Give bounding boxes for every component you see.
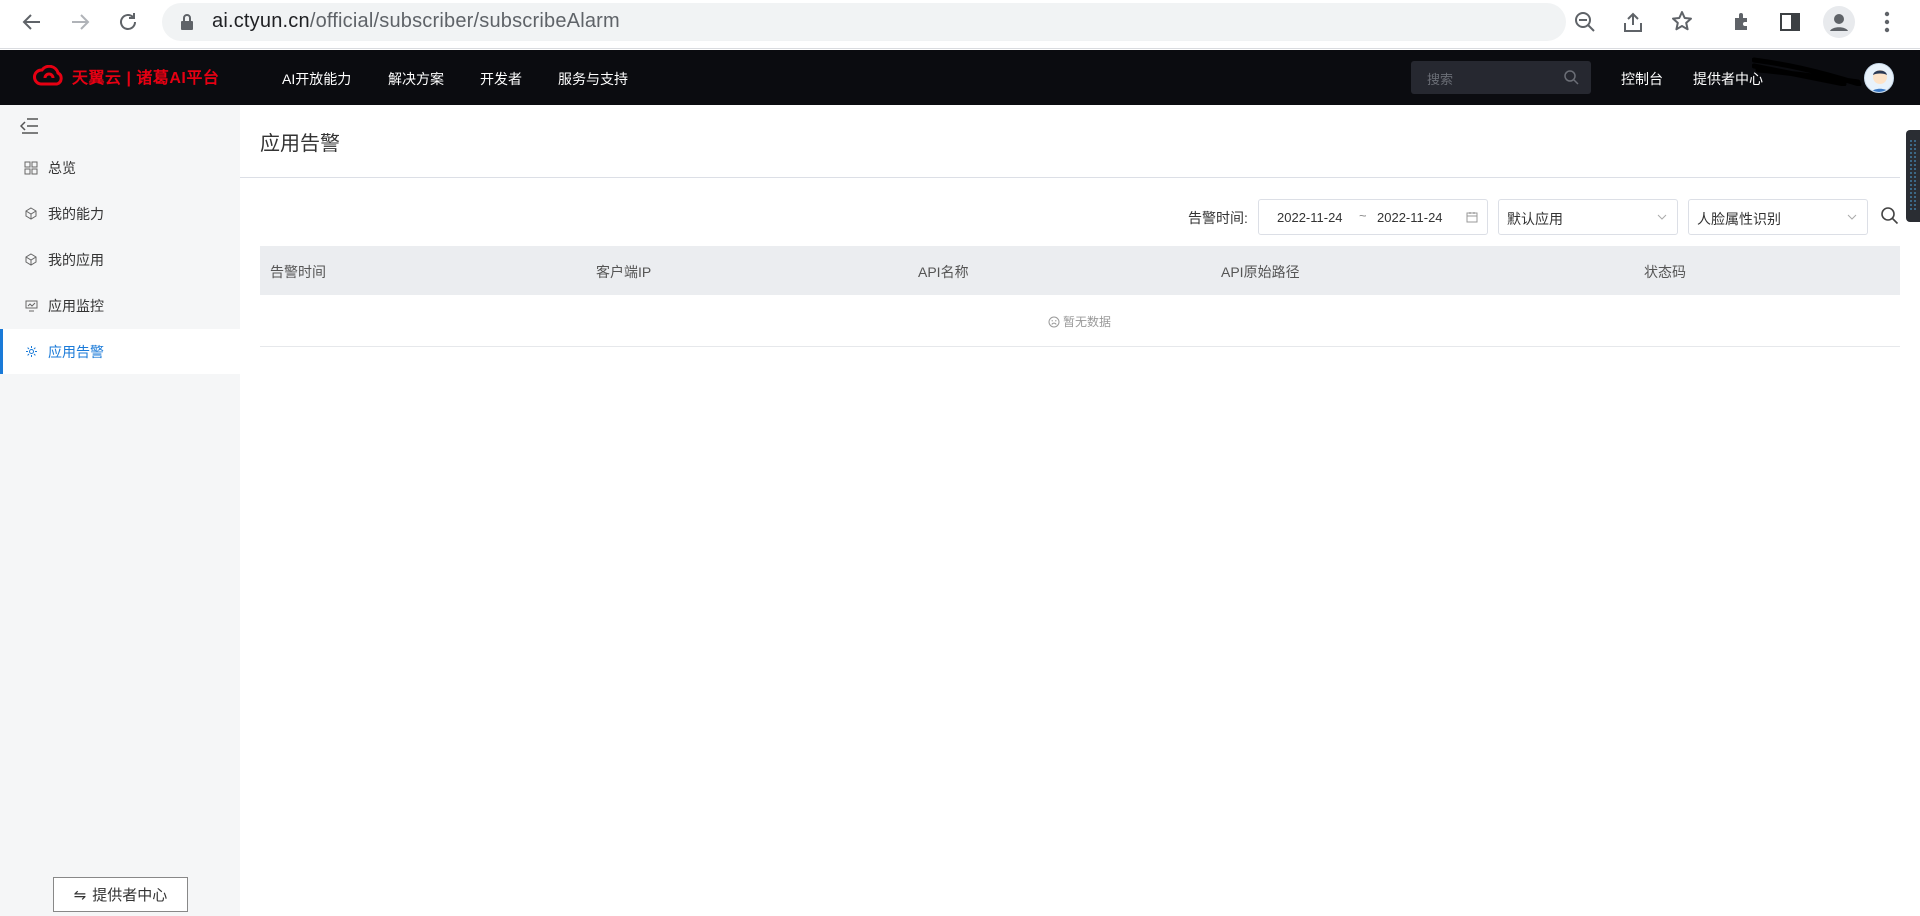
table-divider	[260, 346, 1900, 347]
sidebar-item-overview[interactable]: 总览	[0, 145, 240, 190]
sad-face-icon	[1048, 316, 1060, 327]
empty-state: 暂无数据	[1048, 313, 1111, 330]
grid-icon	[23, 160, 39, 176]
cube-icon	[23, 206, 39, 222]
cloud-logo-icon	[33, 65, 63, 86]
avatar[interactable]	[1864, 63, 1894, 93]
nav-search-placeholder: 搜索	[1427, 72, 1454, 87]
cube-icon	[23, 252, 39, 268]
url-text: ai.ctyun.cn/official/subscriber/subscrib…	[212, 10, 620, 33]
provider-center-button[interactable]: ⇋ 提供者中心	[53, 877, 188, 912]
title-divider	[240, 177, 1900, 178]
url-path: /official/subscriber/subscribeAlarm	[309, 10, 620, 32]
sidebar-item-my-apps[interactable]: 我的应用	[0, 237, 240, 282]
reload-button[interactable]	[110, 4, 146, 40]
sidebar: 总览 我的能力 我的应用 应用监控 应用告警 ⇋ 提供者中心	[0, 105, 240, 916]
page-title: 应用告警	[260, 133, 340, 155]
provider-center-label: 提供者中心	[92, 887, 168, 904]
logo-text: 天翼云 | 诸葛AI平台	[72, 70, 220, 87]
column-header-api-path: API原始路径	[1221, 264, 1300, 280]
profile-button[interactable]	[1823, 6, 1855, 38]
person-icon	[1830, 14, 1848, 31]
top-nav: 天翼云 | 诸葛AI平台 AI开放能力 解决方案 开发者 服务与支持 搜索 控制…	[0, 50, 1920, 105]
nav-solutions[interactable]: 解决方案	[388, 69, 444, 89]
redacted-username	[1752, 57, 1862, 86]
zoom-out-icon[interactable]	[1574, 11, 1596, 33]
calendar-icon	[1466, 212, 1478, 223]
search-icon[interactable]	[1563, 69, 1579, 85]
gear-icon	[23, 344, 39, 360]
date-end[interactable]: 2022-11-24	[1377, 210, 1443, 225]
monitor-icon	[23, 298, 39, 314]
nav-developer[interactable]: 开发者	[480, 69, 522, 89]
back-button[interactable]	[14, 4, 50, 40]
sidebar-item-label: 应用监控	[48, 297, 104, 314]
column-header-client-ip: 客户端IP	[596, 264, 652, 280]
column-header-api-name: API名称	[918, 264, 969, 280]
search-icon[interactable]	[1878, 204, 1902, 228]
filter-label: 告警时间:	[1188, 210, 1248, 226]
share-icon[interactable]	[1622, 11, 1644, 33]
app-select-value: 默认应用	[1507, 211, 1563, 227]
forward-button[interactable]	[62, 4, 98, 40]
arrow-right-icon	[72, 14, 90, 30]
floating-scroll-widget[interactable]	[1906, 130, 1920, 222]
ability-select[interactable]: 人脸属性识别	[1688, 199, 1868, 235]
swap-icon: ⇋	[73, 886, 87, 904]
column-header-status-code: 状态码	[1644, 264, 1686, 280]
scroll-handle-icon	[1910, 140, 1916, 212]
extensions-icon[interactable]	[1731, 10, 1753, 32]
menu-dots-icon[interactable]	[1880, 10, 1894, 34]
brand-logo[interactable]: 天翼云 | 诸葛AI平台	[32, 64, 219, 88]
collapse-menu-icon[interactable]	[20, 117, 40, 135]
sidebar-item-app-alarm[interactable]: 应用告警	[0, 329, 240, 374]
sidebar-item-label: 应用告警	[48, 343, 104, 360]
star-icon[interactable]	[1671, 10, 1693, 32]
reload-icon	[120, 13, 136, 30]
nav-console[interactable]: 控制台	[1621, 69, 1663, 89]
sidebar-item-label: 我的应用	[48, 251, 104, 268]
nav-service-support[interactable]: 服务与支持	[558, 69, 628, 89]
table-header: 告警时间 客户端IP API名称 API原始路径 状态码	[260, 246, 1900, 295]
sidebar-item-my-abilities[interactable]: 我的能力	[0, 191, 240, 236]
nav-ai-capability[interactable]: AI开放能力	[282, 69, 351, 89]
lock-icon	[181, 14, 193, 30]
url-host: ai.ctyun.cn	[212, 10, 310, 32]
date-separator: ~	[1359, 208, 1367, 223]
side-panel-icon[interactable]	[1779, 11, 1801, 33]
app-select[interactable]: 默认应用	[1498, 199, 1678, 235]
nav-search-input[interactable]: 搜索	[1411, 61, 1591, 94]
empty-text: 暂无数据	[1063, 315, 1112, 329]
browser-toolbar: ai.ctyun.cn/official/subscriber/subscrib…	[0, 0, 1920, 49]
column-header-alarm-time: 告警时间	[270, 264, 326, 280]
sidebar-item-app-monitor[interactable]: 应用监控	[0, 283, 240, 328]
chevron-down-icon	[1847, 214, 1857, 220]
date-start[interactable]: 2022-11-24	[1277, 210, 1343, 225]
chevron-down-icon	[1657, 214, 1667, 220]
date-range-picker[interactable]: 2022-11-24 ~ 2022-11-24	[1258, 199, 1488, 235]
sidebar-item-label: 我的能力	[48, 205, 104, 222]
sidebar-item-label: 总览	[48, 159, 76, 176]
arrow-left-icon	[22, 14, 40, 30]
ability-select-value: 人脸属性识别	[1697, 211, 1781, 227]
